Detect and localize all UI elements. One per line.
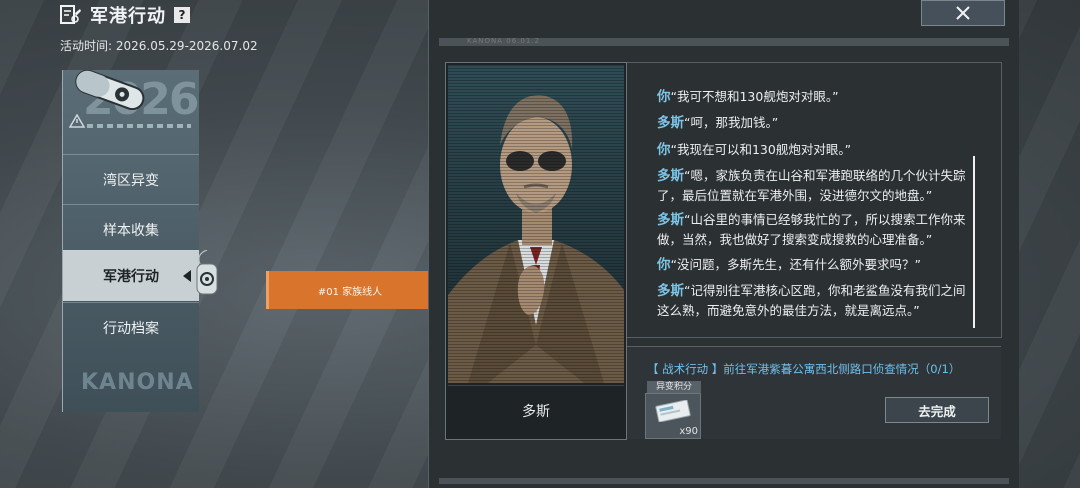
page-title: 军港行动 <box>90 6 166 27</box>
dialogue-text: “嗯，家族负责在山谷和军港跑联络的几个伙计失踪了，最后位置就在军港外围，没进德尔… <box>657 168 966 203</box>
dialogue-text: “山谷里的事情已经够我忙的了，所以搜索工作你来做，当然，我也做好了搜索变成搜救的… <box>657 212 966 247</box>
panel-bottom-bar <box>439 478 1009 484</box>
menu-watermark: KANONA <box>81 370 194 395</box>
active-arrow-icon <box>183 270 191 282</box>
character-portrait <box>448 65 624 383</box>
header: 军港行动 ? <box>60 2 190 28</box>
close-button[interactable] <box>921 0 1005 26</box>
dialogue-text: “我现在可以和130舰炮对对眼。” <box>670 142 852 157</box>
speaker-name: 你 <box>657 257 671 273</box>
dialogue-line: 你“没问题，多斯先生，还有什么额外要求吗？” <box>657 255 977 275</box>
menu-item-operation-archive[interactable]: 行动档案 <box>63 302 199 353</box>
speaker-name: 你 <box>657 142 671 158</box>
capsule-icon <box>75 70 145 110</box>
task-section: 【 战术行动 】前往军港紫暮公寓西北侧路口侦查情况（0/1） 异变积分 x90 … <box>627 346 1001 439</box>
activity-menu: 2026 湾区异变 样本收集 军港行动 行动档案 KANONA <box>62 70 199 412</box>
dialogue-text: “我可不想和130舰炮对对眼。” <box>670 89 839 104</box>
logo-stripe <box>87 124 191 128</box>
close-icon <box>956 6 970 20</box>
menu-logo: 2026 <box>63 70 199 154</box>
menu-item-sample-collection[interactable]: 样本收集 <box>63 204 199 255</box>
panel-top-bar: KANONA 06.01.2 <box>439 37 1009 46</box>
dialogue-text: “记得别往军港核心区跑，你和老鲨鱼没有我们之间这么熟，而避免意外的最佳方法，就是… <box>657 283 966 318</box>
biohazard-tag-icon <box>196 250 218 295</box>
dialogue-log: 你“我可不想和130舰炮对对眼。” 多斯“呵，那我加钱。” 你“我现在可以和13… <box>627 62 1002 338</box>
help-icon[interactable]: ? <box>174 7 190 23</box>
character-name: 多斯 <box>448 385 624 436</box>
dialogue-line: 你“我可不想和130舰炮对对眼。” <box>657 87 977 107</box>
dialogue-line: 多斯“山谷里的事情已经够我忙的了，所以搜索工作你来做，当然，我也做好了搜索变成搜… <box>657 210 977 250</box>
event-icon <box>60 5 81 24</box>
menu-item-label: 湾区异变 <box>103 173 159 189</box>
dialogue-line: 你“我现在可以和130舰炮对对眼。” <box>657 140 977 160</box>
menu-item-bay-mutation[interactable]: 湾区异变 <box>63 154 199 205</box>
speaker-name: 多斯 <box>657 212 684 228</box>
dialogue-line: 多斯“嗯，家族负责在山谷和军港跑联络的几个伙计失踪了，最后位置就在军港外围，没进… <box>657 166 977 206</box>
ticket-icon <box>655 400 691 422</box>
go-complete-button[interactable]: 去完成 <box>885 397 989 423</box>
warning-icon <box>69 114 85 128</box>
speaker-name: 多斯 <box>657 115 684 131</box>
character-card: 多斯 <box>445 62 627 440</box>
task-description: 【 战术行动 】前往军港紫暮公寓西北侧路口侦查情况（0/1） <box>647 362 961 376</box>
menu-item-label: 军港行动 <box>103 269 159 285</box>
dialogue-line: 多斯“记得别往军港核心区跑，你和老鲨鱼没有我们之间这么熟，而避免意外的最佳方法，… <box>657 281 977 321</box>
panel-caption: KANONA 06.01.2 <box>467 37 540 45</box>
dialogue-text: “呵，那我加钱。” <box>684 115 779 130</box>
event-date: 活动时间: 2026.05.29-2026.07.02 <box>60 39 258 53</box>
reward-item[interactable]: x90 <box>645 393 701 439</box>
speaker-name: 多斯 <box>657 168 684 184</box>
menu-item-label: 行动档案 <box>103 321 159 337</box>
reward-label: 异变积分 <box>647 381 701 393</box>
menu-item-harbor-operation[interactable]: 军港行动 <box>63 250 199 301</box>
dialogue-line: 多斯“呵，那我加钱。” <box>657 113 977 133</box>
menu-item-label: 样本收集 <box>103 223 159 239</box>
speaker-name: 多斯 <box>657 283 684 299</box>
dialogue-scrollbar[interactable] <box>973 156 975 328</box>
quest-tab[interactable]: #01 家族线人 <box>266 271 431 309</box>
reward-quantity: x90 <box>679 426 698 437</box>
dialogue-text: “没问题，多斯先生，还有什么额外要求吗？” <box>670 257 921 272</box>
menu-footer: KANONA <box>63 362 199 412</box>
speaker-name: 你 <box>657 89 671 105</box>
dialogue-panel: KANONA 06.01.2 多斯 你“我可不想和130舰炮对对眼。” 多斯“呵… <box>428 0 1019 488</box>
